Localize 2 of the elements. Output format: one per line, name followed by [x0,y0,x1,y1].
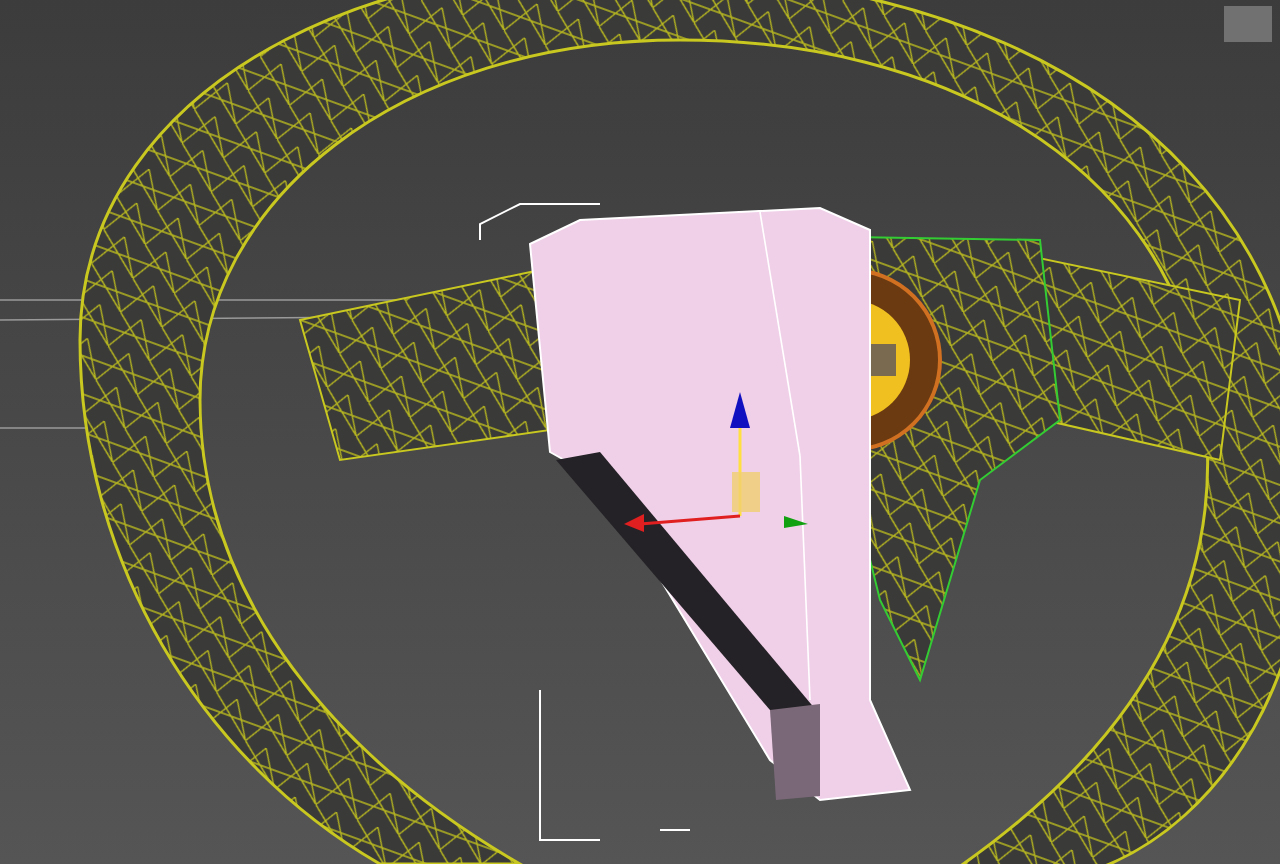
move-gizmo-icon[interactable] [624,392,808,532]
box-object-drawing[interactable] [479,203,912,841]
